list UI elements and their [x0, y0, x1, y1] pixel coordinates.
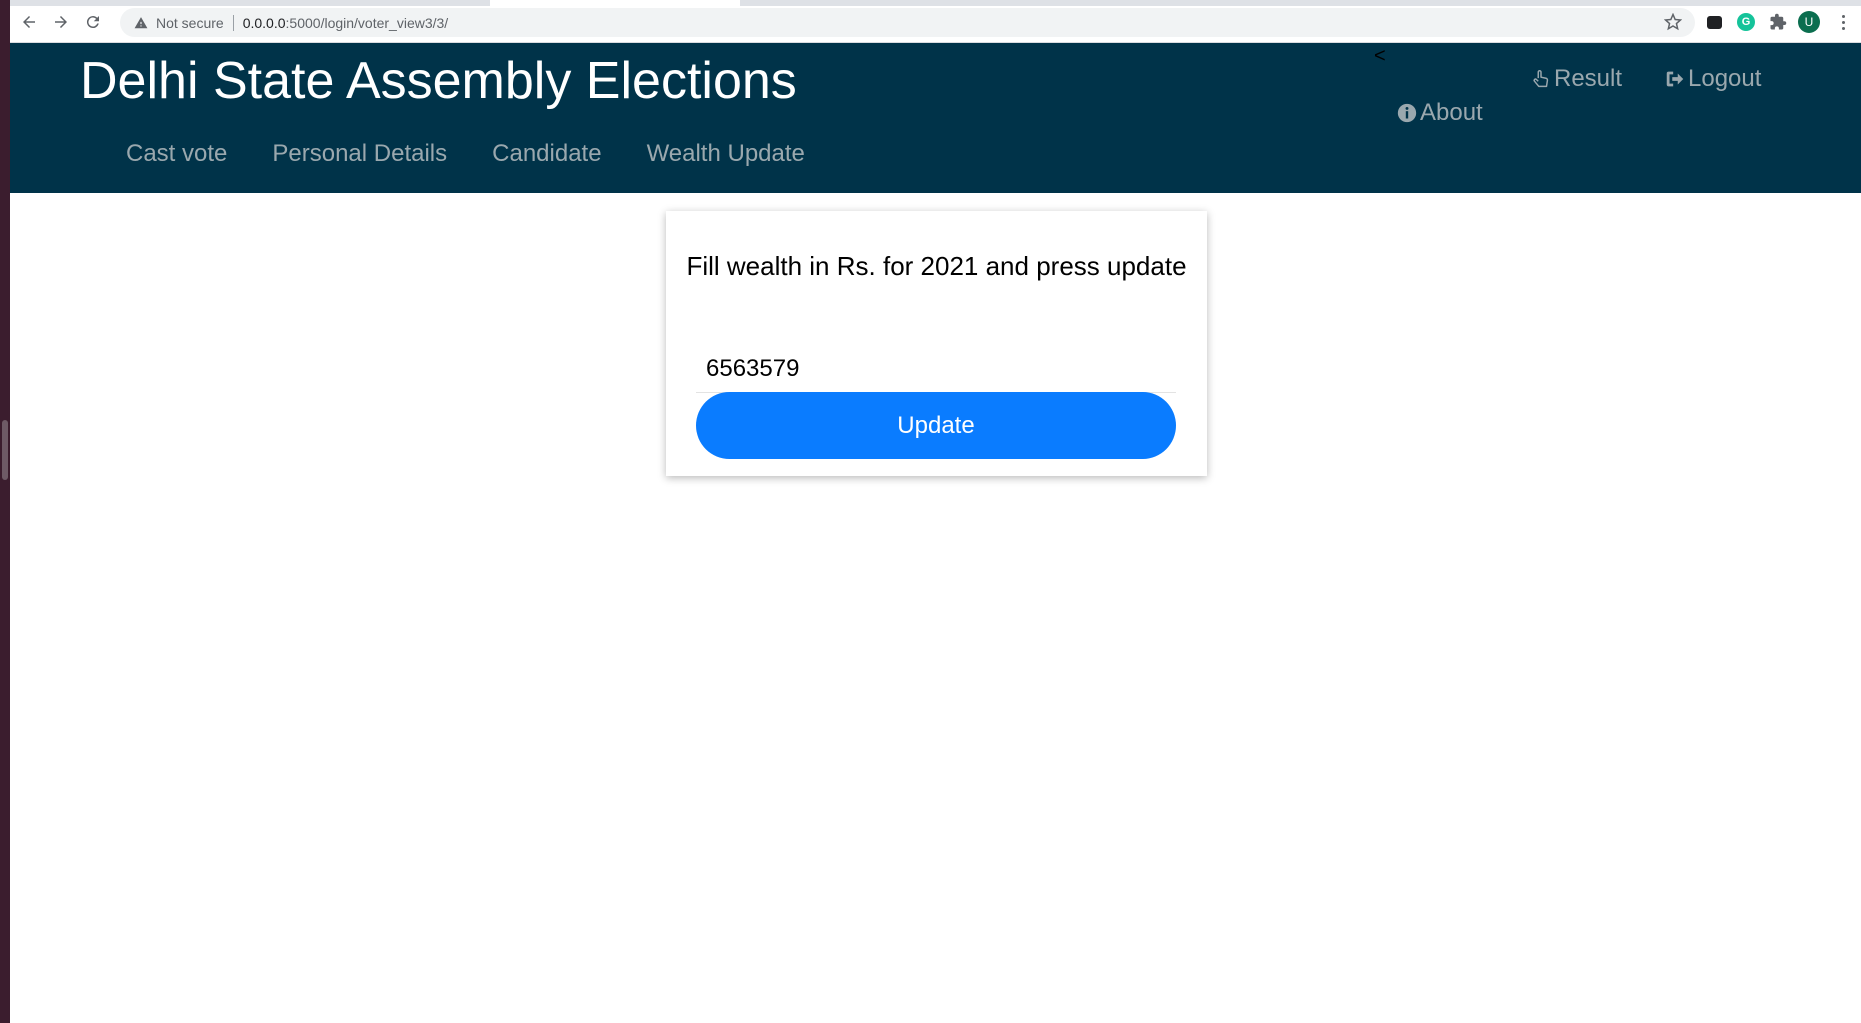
nav-link-candidate[interactable]: Candidate — [492, 140, 601, 168]
hand-pointer-icon — [1530, 68, 1552, 90]
about-link[interactable]: About — [1396, 99, 1483, 127]
profile-avatar[interactable]: U — [1798, 11, 1820, 33]
update-button[interactable]: Update — [696, 392, 1176, 459]
forward-arrow-icon — [55, 16, 67, 28]
browser-menu-button[interactable] — [1838, 11, 1848, 33]
logout-link[interactable]: Logout — [1664, 65, 1761, 93]
reload-icon — [86, 16, 99, 29]
tab-strip — [10, 0, 1861, 6]
star-icon — [1664, 13, 1682, 31]
url-path: :5000/login/voter_view3/3/ — [285, 14, 449, 31]
wealth-update-card: Fill wealth in Rs. for 2021 and press up… — [666, 211, 1207, 476]
desktop-handle[interactable] — [2, 420, 8, 480]
back-button[interactable] — [18, 11, 40, 33]
grammarly-icon: G — [1737, 13, 1755, 31]
sign-out-icon — [1664, 68, 1686, 90]
back-arrow-icon — [23, 16, 35, 28]
form-heading: Fill wealth in Rs. for 2021 and press up… — [686, 251, 1187, 281]
nav-link-cast-vote[interactable]: Cast vote — [126, 140, 227, 168]
nav-link-wealth-update[interactable]: Wealth Update — [647, 140, 805, 168]
wealth-input[interactable] — [696, 345, 1176, 393]
about-label: About — [1420, 99, 1483, 126]
nav-link-personal-details[interactable]: Personal Details — [272, 140, 447, 168]
extensions-menu-button[interactable] — [1767, 11, 1789, 33]
forward-button[interactable] — [50, 11, 72, 33]
browser-window: Not secure 0.0.0.0:5000/login/voter_view… — [10, 0, 1861, 1023]
result-link[interactable]: Result — [1530, 65, 1622, 93]
active-tab[interactable] — [490, 0, 740, 6]
desktop-edge — [0, 0, 10, 1023]
main-nav: Cast vote Personal Details Candidate Wea… — [126, 140, 805, 168]
browser-toolbar: Not secure 0.0.0.0:5000/login/voter_view… — [10, 0, 1861, 43]
puzzle-icon — [1770, 13, 1787, 30]
url-host: 0.0.0.0 — [242, 14, 286, 31]
logout-label: Logout — [1688, 65, 1762, 92]
site-header: Delhi State Assembly Elections < Cast vo… — [10, 43, 1861, 193]
address-bar[interactable]: Not secure 0.0.0.0:5000/login/voter_view… — [120, 8, 1695, 37]
security-label[interactable]: Not secure — [156, 15, 224, 31]
reload-button[interactable] — [82, 11, 104, 33]
grammarly-extension-button[interactable]: G — [1735, 11, 1757, 33]
warning-icon — [134, 16, 148, 30]
bookmark-button[interactable] — [1663, 12, 1683, 32]
omnibox-divider — [232, 14, 234, 31]
info-circle-icon — [1396, 102, 1418, 124]
extension-icon — [1706, 15, 1722, 29]
extension-button-dark[interactable] — [1703, 11, 1725, 33]
stray-character: < — [1374, 45, 1386, 67]
result-label: Result — [1554, 65, 1623, 92]
page-title: Delhi State Assembly Elections — [80, 52, 797, 110]
